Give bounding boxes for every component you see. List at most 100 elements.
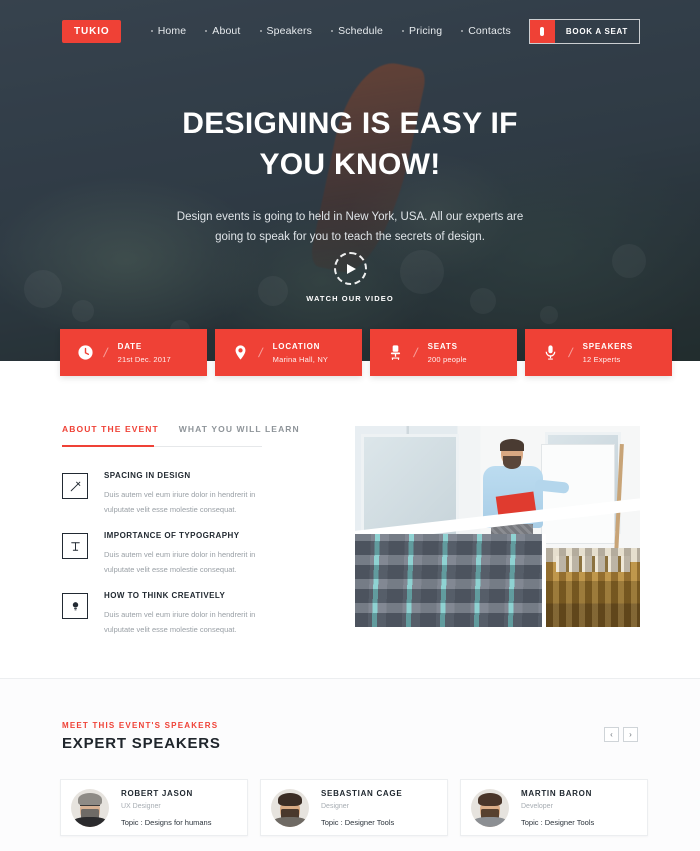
card-separator: / [567,345,575,360]
hero-subtitle: Design events is going to held in New Yo… [176,211,524,244]
speaker-info: SEBASTIAN CAGE Designer Topic : Designer… [321,789,402,827]
location-icon [230,344,250,361]
book-a-seat-label: BOOK A SEAT [565,26,628,36]
bullet-icon [205,30,208,32]
ticket-icon [529,19,555,43]
info-card-seats[interactable]: / SEATS 200 people [370,329,517,376]
speaker-name: ROBERT JASON [121,788,193,798]
feature-title: IMPORTANCE OF TYPOGRAPHY [104,531,240,540]
book-a-seat-button[interactable]: BOOK A SEAT [528,18,640,44]
info-card-speakers[interactable]: / SPEAKERS 12 Experts [525,329,672,376]
bullet-icon [461,30,464,32]
info-card-text: LOCATION Marina Hall, NY [273,342,329,364]
feature-item: SPACING IN DESIGN Duis autem vel eum iri… [62,471,276,517]
avatar [471,788,509,827]
brand-logo[interactable]: TUKIO [62,19,121,43]
speaker-role: Designer [321,802,350,810]
nav-item-schedule[interactable]: Schedule [331,25,383,37]
speaker-cards: ROBERT JASON UX Designer Topic : Designs… [60,779,648,836]
nav-item-label: Contacts [468,25,511,37]
feature-body: IMPORTANCE OF TYPOGRAPHY Duis autem vel … [104,531,276,577]
event-info-cards: / DATE 21st Dec. 2017 / LOCATION Marina … [60,329,672,376]
speaker-role: Developer [521,802,553,810]
feature-item: IMPORTANCE OF TYPOGRAPHY Duis autem vel … [62,531,276,577]
info-card-text: SPEAKERS 12 Experts [583,342,633,364]
hero-content: DESIGNING IS EASY IF YOU KNOW! Design ev… [0,104,700,247]
speaker-card[interactable]: MARTIN BARON Developer Topic : Designer … [460,779,648,836]
speaker-hair [500,439,524,451]
feature-description: Duis autem vel eum iriure dolor in hendr… [104,550,256,574]
chair-icon [385,344,405,361]
feature-item: HOW TO THINK CREATIVELY Duis autem vel e… [62,591,276,637]
nav-item-label: Pricing [409,25,443,37]
speakers-eyebrow: MEET THIS EVENT'S SPEAKERS [62,721,219,730]
card-separator: / [102,345,110,360]
hero-title: DESIGNING IS EASY IF YOU KNOW! [135,104,565,185]
play-triangle-icon [347,263,356,274]
speakers-carousel-controls: ‹ › [604,727,638,742]
bullet-icon [331,30,334,32]
feature-description: Duis autem vel eum iriure dolor in hendr… [104,490,256,514]
speakers-section: MEET THIS EVENT'S SPEAKERS EXPERT SPEAKE… [0,679,700,851]
typography-icon [62,533,88,559]
speaker-info: MARTIN BARON Developer Topic : Designer … [521,789,594,827]
info-card-title: LOCATION [272,341,321,351]
speaker-card[interactable]: SEBASTIAN CAGE Designer Topic : Designer… [260,779,448,836]
info-card-text: SEATS 200 people [428,342,467,364]
nav-menu: Home About Speakers Schedule Pricing Con… [133,25,529,37]
top-navigation-bar: TUKIO Home About Speakers Schedule Prici… [0,0,700,62]
bullet-icon [402,30,405,32]
hero-title-line-2: YOU KNOW! [259,147,441,181]
nav-item-contacts[interactable]: Contacts [461,25,511,37]
speaker-topic: Topic : Designer Tools [521,817,595,827]
speaker-card[interactable]: ROBERT JASON UX Designer Topic : Designs… [60,779,248,836]
about-tabs: ABOUT THE EVENT WHAT YOU WILL LEARN [62,424,299,445]
about-image-collage [355,426,640,627]
watch-video-label: WATCH OUR VIDEO [306,294,394,303]
nav-item-pricing[interactable]: Pricing [402,25,442,37]
feature-title: SPACING IN DESIGN [104,471,191,480]
info-card-date[interactable]: / DATE 21st Dec. 2017 [60,329,207,376]
bullet-icon [259,30,262,32]
nav-item-label: About [212,25,241,37]
landing-page: TUKIO Home About Speakers Schedule Prici… [0,0,700,851]
info-card-title: SEATS [427,341,458,351]
play-icon[interactable] [333,252,367,285]
nav-item-label: Speakers [266,25,313,37]
clock-icon [75,344,95,361]
feature-body: HOW TO THINK CREATIVELY Duis autem vel e… [104,591,276,637]
tab-what-you-will-learn[interactable]: WHAT YOU WILL LEARN [179,424,300,445]
info-card-title: DATE [117,341,143,351]
hero-title-line-1: DESIGNING IS EASY IF [182,107,518,140]
feature-body: SPACING IN DESIGN Duis autem vel eum iri… [104,471,276,517]
info-card-location[interactable]: / LOCATION Marina Hall, NY [215,329,362,376]
info-card-value: Marina Hall, NY [272,354,329,364]
tab-active-indicator [62,445,154,447]
tab-about-the-event[interactable]: ABOUT THE EVENT [62,424,159,445]
card-separator: / [412,345,420,360]
speaker-name: SEBASTIAN CAGE [321,788,403,798]
nav-item-about[interactable]: About [205,25,240,37]
pencil-ruler-icon [62,473,88,499]
collage-audience-photo [355,534,542,627]
info-card-value: 200 people [427,354,467,364]
nav-item-speakers[interactable]: Speakers [259,25,313,37]
feature-title: HOW TO THINK CREATIVELY [104,591,226,600]
nav-item-home[interactable]: Home [150,25,187,37]
info-card-value: 12 Experts [582,354,621,364]
lightbulb-icon [62,593,88,619]
info-card-title: SPEAKERS [582,341,634,351]
collage-hall-photo [546,548,640,627]
speakers-title: EXPERT SPEAKERS [62,735,221,752]
info-card-value: 21st Dec. 2017 [117,354,171,364]
speaker-beard [503,456,521,469]
watch-video-block[interactable]: WATCH OUR VIDEO [0,252,700,303]
speaker-role: UX Designer [121,802,161,810]
carousel-prev-button[interactable]: ‹ [604,727,619,742]
nav-item-label: Schedule [338,25,384,37]
bullet-icon [150,30,153,32]
carousel-next-button[interactable]: › [623,727,638,742]
feature-description: Duis autem vel eum iriure dolor in hendr… [104,610,256,634]
speaker-topic: Topic : Designer Tools [321,817,395,827]
avatar [71,788,109,827]
